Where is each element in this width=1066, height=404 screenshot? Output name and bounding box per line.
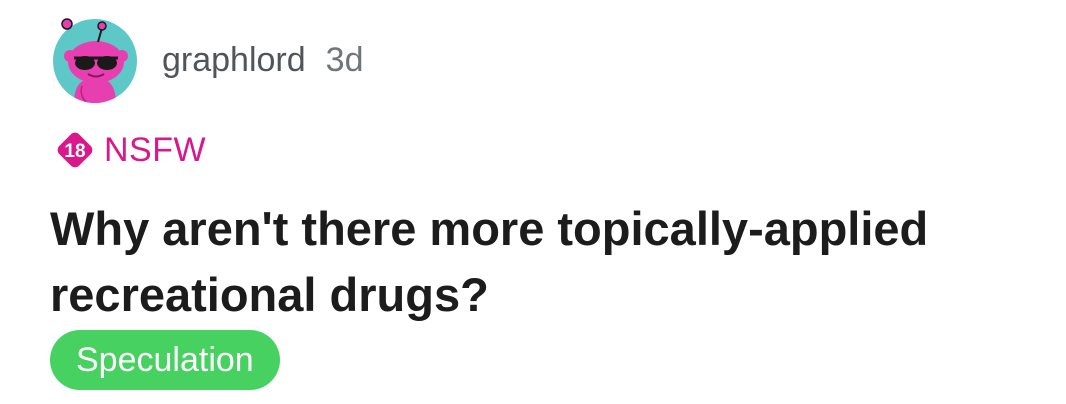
nsfw-label: NSFW [104, 130, 207, 169]
post-header: graphlord 3d [52, 18, 363, 104]
username-link[interactable]: graphlord [162, 41, 306, 80]
nsfw-badge-number: 18 [64, 141, 85, 162]
user-avatar[interactable] [52, 18, 138, 104]
post-title[interactable]: Why aren't there more topically-applied … [50, 196, 1040, 328]
nsfw-18-icon: 18 [57, 132, 93, 168]
post-meta: graphlord 3d [162, 41, 363, 80]
nsfw-tag: 18 NSFW [52, 128, 206, 172]
post-age: 3d [325, 40, 364, 79]
post-card[interactable]: graphlord 3d 18 NSFW Why aren't there mo… [0, 0, 1066, 404]
flair-badge[interactable]: Speculation [50, 330, 280, 390]
